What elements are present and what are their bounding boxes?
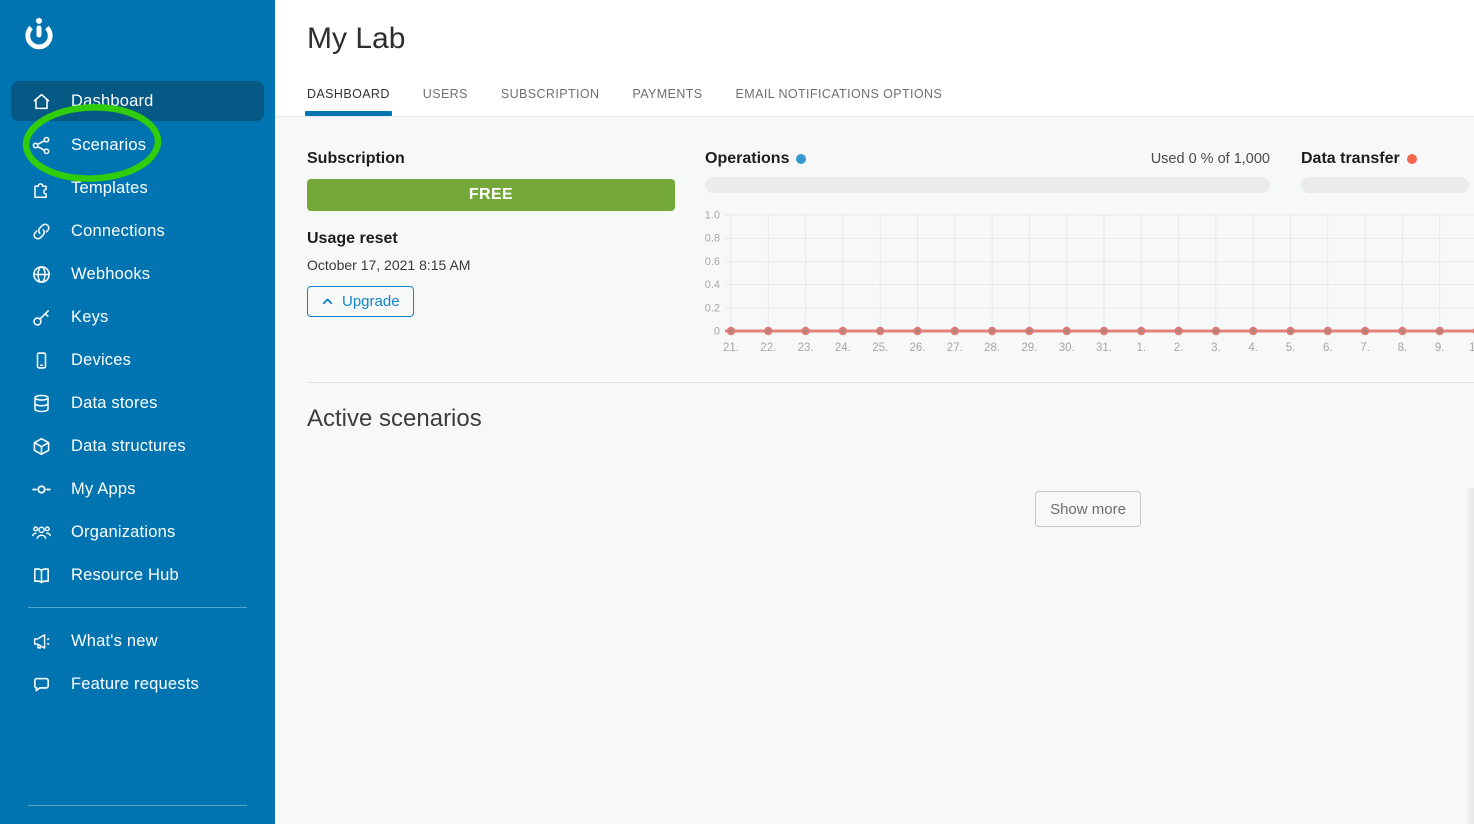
sidebar-nav: Dashboard Scenarios Templates Connection… <box>0 81 275 706</box>
svg-text:4.: 4. <box>1248 342 1258 354</box>
app-logo[interactable] <box>18 14 60 56</box>
svg-text:3.: 3. <box>1211 342 1221 354</box>
usage-reset-heading: Usage reset <box>307 230 675 248</box>
key-icon <box>30 307 52 329</box>
open-book-icon <box>30 565 52 587</box>
globe-icon <box>30 264 52 286</box>
chat-bubble-icon <box>30 674 52 696</box>
sidebar-item-connections[interactable]: Connections <box>0 210 275 253</box>
sidebar-item-data-stores[interactable]: Data stores <box>0 382 275 425</box>
operations-chart-container: 0 0.2 0.4 0.6 0.8 1.0 21. 22. 23. 24. 25. 26. 27. 28.… <box>700 205 1474 361</box>
tab-dashboard[interactable]: DASHBOARD <box>307 87 390 114</box>
svg-text:9.: 9. <box>1435 342 1445 354</box>
svg-text:28.: 28. <box>984 342 1000 354</box>
puzzle-icon <box>30 178 52 200</box>
svg-text:21.: 21. <box>723 342 739 354</box>
sidebar: Dashboard Scenarios Templates Connection… <box>0 0 275 824</box>
operations-heading: Operations <box>705 150 789 168</box>
section-divider <box>307 382 1474 383</box>
svg-text:25.: 25. <box>872 342 888 354</box>
power-logo-icon <box>18 14 60 56</box>
tab-bar: DASHBOARD USERS SUBSCRIPTION PAYMENTS EM… <box>307 87 942 114</box>
sidebar-item-resource-hub[interactable]: Resource Hub <box>0 554 275 597</box>
usage-header-row: Operations Used 0 % of 1,000 Data transf… <box>705 150 1474 168</box>
sidebar-item-dashboard[interactable]: Dashboard <box>11 81 264 121</box>
svg-text:0.6: 0.6 <box>705 256 720 268</box>
operations-header: Operations Used 0 % of 1,000 <box>705 150 1270 168</box>
svg-text:1.0: 1.0 <box>705 210 720 222</box>
tab-users[interactable]: USERS <box>423 87 468 114</box>
active-scenarios-heading: Active scenarios <box>307 405 482 433</box>
sidebar-item-data-structures[interactable]: Data structures <box>0 425 275 468</box>
subscription-heading: Subscription <box>307 150 675 168</box>
megaphone-icon <box>30 631 52 653</box>
link-icon <box>30 221 52 243</box>
svg-text:7.: 7. <box>1360 342 1370 354</box>
scenarios-icon <box>30 135 52 157</box>
operations-chart: 0 0.2 0.4 0.6 0.8 1.0 21. 22. 23. 24. 25. 26. 27. 28.… <box>700 205 1474 361</box>
sidebar-item-feature-requests[interactable]: Feature requests <box>0 663 275 706</box>
svg-text:0: 0 <box>714 326 720 338</box>
svg-text:29.: 29. <box>1021 342 1037 354</box>
svg-text:27.: 27. <box>947 342 963 354</box>
operations-progressbar <box>705 177 1270 193</box>
users-icon <box>30 522 52 544</box>
database-icon <box>30 393 52 415</box>
right-edge-shadow <box>1465 488 1474 824</box>
sidebar-divider <box>28 607 247 608</box>
svg-text:8.: 8. <box>1398 342 1408 354</box>
data-transfer-header: Data transfer <box>1301 150 1417 168</box>
svg-text:24.: 24. <box>835 342 851 354</box>
svg-text:1.: 1. <box>1137 342 1147 354</box>
svg-text:26.: 26. <box>910 342 926 354</box>
cube-icon <box>30 436 52 458</box>
tabs-divider <box>275 116 1474 117</box>
svg-text:6.: 6. <box>1323 342 1333 354</box>
sidebar-item-whats-new[interactable]: What's new <box>0 620 275 663</box>
subscription-section: Subscription FREE Usage reset October 17… <box>307 150 675 317</box>
plan-badge: FREE <box>307 179 675 211</box>
tab-email-notifications-options[interactable]: EMAIL NOTIFICATIONS OPTIONS <box>736 87 943 114</box>
svg-text:0.8: 0.8 <box>705 233 720 245</box>
home-icon <box>30 90 52 112</box>
main-content: My Lab DASHBOARD USERS SUBSCRIPTION PAYM… <box>275 0 1474 824</box>
svg-text:0.4: 0.4 <box>705 279 720 291</box>
svg-text:31.: 31. <box>1096 342 1112 354</box>
operations-dot <box>796 154 806 164</box>
svg-text:10.: 10. <box>1469 342 1474 354</box>
tab-payments[interactable]: PAYMENTS <box>632 87 702 114</box>
apps-node-icon <box>30 479 52 501</box>
upgrade-button[interactable]: Upgrade <box>307 286 414 317</box>
data-transfer-heading: Data transfer <box>1301 150 1400 168</box>
show-more-button[interactable]: Show more <box>1035 491 1141 527</box>
svg-text:5.: 5. <box>1286 342 1296 354</box>
svg-text:23.: 23. <box>798 342 814 354</box>
sidebar-item-scenarios[interactable]: Scenarios <box>0 124 275 167</box>
svg-text:0.2: 0.2 <box>705 302 720 314</box>
page-title: My Lab <box>307 22 405 56</box>
svg-text:2.: 2. <box>1174 342 1184 354</box>
sidebar-item-webhooks[interactable]: Webhooks <box>0 253 275 296</box>
chevron-up-icon <box>321 295 334 308</box>
operations-used-text: Used 0 % of 1,000 <box>1151 151 1270 167</box>
sidebar-bottom-divider <box>28 805 247 806</box>
data-transfer-progressbar <box>1301 177 1469 193</box>
sidebar-item-keys[interactable]: Keys <box>0 296 275 339</box>
tab-subscription[interactable]: SUBSCRIPTION <box>501 87 600 114</box>
sidebar-item-my-apps[interactable]: My Apps <box>0 468 275 511</box>
sidebar-item-templates[interactable]: Templates <box>0 167 275 210</box>
usage-reset-value: October 17, 2021 8:15 AM <box>307 257 675 273</box>
sidebar-item-devices[interactable]: Devices <box>0 339 275 382</box>
svg-text:22.: 22. <box>760 342 776 354</box>
sidebar-item-organizations[interactable]: Organizations <box>0 511 275 554</box>
mobile-icon <box>30 350 52 372</box>
svg-text:30.: 30. <box>1059 342 1075 354</box>
data-transfer-dot <box>1407 154 1417 164</box>
